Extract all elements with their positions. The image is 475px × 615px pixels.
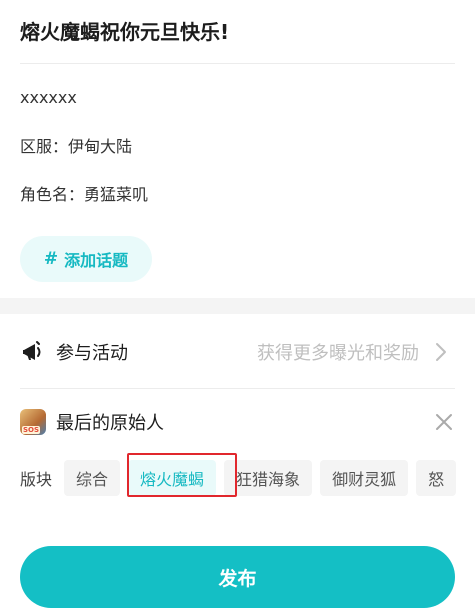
hash-icon: # [43, 249, 59, 269]
section-chip-walrus[interactable]: 狂猎海象 [224, 460, 313, 496]
section-selector: 版块 综合 熔火魔蝎 狂猎海象 御财灵狐 怒 [20, 456, 457, 500]
section-separator [0, 298, 475, 314]
post-body-line-3[interactable]: 角色名：勇猛菜叽 [20, 181, 148, 205]
post-body-line-1[interactable]: xxxxxx [20, 88, 77, 107]
post-body-line-2[interactable]: 区服：伊甸大陆 [20, 133, 132, 157]
selection-highlight [127, 453, 237, 497]
activity-divider [20, 388, 455, 389]
selected-game-row[interactable]: SOS 最后的原始人 [20, 402, 455, 442]
publish-button[interactable]: 发布 [20, 546, 455, 608]
chevron-right-icon [435, 342, 455, 362]
title-divider [20, 63, 455, 64]
join-activity-label: 参与活动 [56, 343, 128, 364]
section-label: 版块 [20, 470, 53, 489]
megaphone-icon [20, 339, 46, 365]
section-chip-general[interactable]: 综合 [64, 460, 121, 496]
section-chip-fox[interactable]: 御财灵狐 [320, 460, 409, 496]
game-thumbnail: SOS [20, 409, 46, 435]
add-topic-button[interactable]: # 添加话题 [20, 236, 152, 282]
join-activity-row[interactable]: 参与活动 获得更多曝光和奖励 [20, 330, 455, 374]
post-title[interactable]: 熔火魔蝎祝你元旦快乐! [20, 16, 229, 45]
game-thumbnail-badge: SOS [22, 426, 41, 434]
section-chip-partial[interactable]: 怒 [416, 460, 457, 496]
join-activity-hint: 获得更多曝光和奖励 [257, 343, 419, 364]
close-icon[interactable] [433, 411, 455, 433]
add-topic-label: 添加话题 [64, 251, 129, 270]
game-name: 最后的原始人 [56, 413, 164, 434]
